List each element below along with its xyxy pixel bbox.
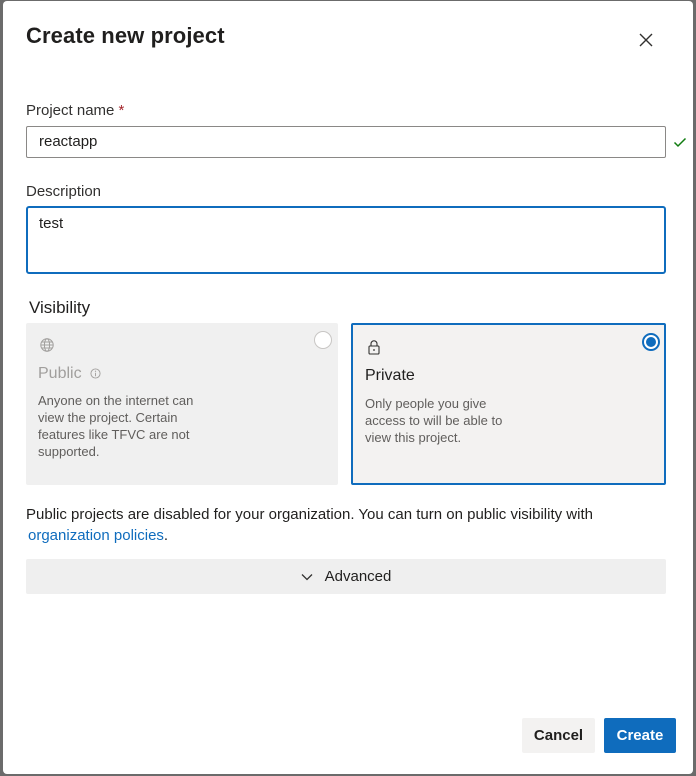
globe-icon xyxy=(40,338,54,352)
public-disabled-notice: Public projects are disabled for your or… xyxy=(26,504,666,546)
dialog-title: Create new project xyxy=(26,23,225,48)
close-icon xyxy=(639,33,653,47)
close-button[interactable] xyxy=(637,31,655,49)
project-name-label: Project name * xyxy=(26,102,124,119)
notice-trailing: . xyxy=(163,527,169,544)
public-title: Public xyxy=(38,365,82,382)
organization-policies-link[interactable]: organization policies xyxy=(28,527,164,544)
private-title: Private xyxy=(365,367,415,384)
required-marker: * xyxy=(118,102,125,119)
description-label: Description xyxy=(26,183,102,200)
project-name-label-text: Project name xyxy=(26,102,115,119)
private-description: Only people you give access to will be a… xyxy=(365,396,503,445)
visibility-option-public[interactable]: Public Anyone on the internet can view t… xyxy=(26,323,338,485)
info-icon xyxy=(90,368,101,379)
visibility-option-private[interactable]: Private Only people you give access to w… xyxy=(351,323,666,485)
checkmark-icon xyxy=(673,137,687,148)
cancel-button[interactable]: Cancel xyxy=(522,718,595,753)
advanced-toggle[interactable]: Advanced xyxy=(26,559,666,594)
public-description: Anyone on the internet can view the proj… xyxy=(38,393,194,459)
visibility-label: Visibility xyxy=(29,298,91,317)
description-textarea[interactable]: test xyxy=(26,206,666,274)
create-button[interactable]: Create xyxy=(604,718,676,753)
project-name-input[interactable]: reactapp xyxy=(26,126,666,158)
public-radio[interactable] xyxy=(314,331,332,349)
advanced-label: Advanced xyxy=(324,568,392,585)
create-project-dialog: Create new project Project name * reacta… xyxy=(3,1,693,774)
private-radio[interactable] xyxy=(642,333,660,351)
chevron-down-icon xyxy=(301,573,313,581)
lock-icon xyxy=(368,340,380,355)
public-title-row: Public xyxy=(38,365,101,383)
notice-text: Public projects are disabled for your or… xyxy=(26,506,593,523)
